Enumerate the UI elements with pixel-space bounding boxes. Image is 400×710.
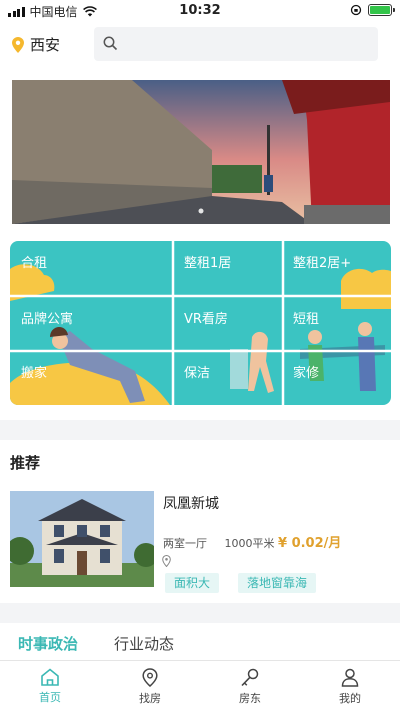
search-icon bbox=[103, 36, 118, 51]
listing-area: 1000平米 bbox=[224, 537, 275, 550]
grid-item-label: 整租1居 bbox=[184, 256, 232, 271]
search-input[interactable] bbox=[94, 27, 378, 61]
recommend-title: 推荐 bbox=[10, 454, 41, 472]
listing-card[interactable]: 凤凰新城 两室一厅 1000平米 ¥ 0.02/月 面积大 落地窗靠海 bbox=[10, 491, 390, 593]
tab-label: 首页 bbox=[39, 691, 61, 704]
tab-find-house[interactable]: 找房 bbox=[100, 661, 200, 710]
grid-item-shared-rent[interactable]: 合租 bbox=[10, 241, 137, 295]
grid-item-label: 短租 bbox=[293, 312, 320, 327]
home-icon bbox=[41, 668, 59, 686]
banner-carousel[interactable] bbox=[12, 80, 390, 224]
person-icon bbox=[341, 668, 359, 687]
banner-image bbox=[12, 80, 390, 224]
grid-item-home-repair[interactable]: 家修 bbox=[284, 351, 391, 405]
grid-item-short-rent[interactable]: 短租 bbox=[284, 297, 391, 351]
grid-item-label: 家修 bbox=[293, 366, 320, 381]
grid-item-label: 整租2居+ bbox=[293, 256, 352, 271]
listing-specs: 两室一厅 1000平米 bbox=[163, 535, 274, 551]
tab-label: 我的 bbox=[339, 692, 361, 705]
grid-item-label: 合租 bbox=[21, 256, 48, 271]
grid-item-label: 品牌公寓 bbox=[21, 312, 74, 327]
grid-item-label: VR看房 bbox=[184, 312, 228, 327]
listing-tag: 面积大 bbox=[165, 573, 220, 593]
header: 西安 bbox=[0, 24, 400, 64]
grid-item-moving[interactable]: 搬家 bbox=[10, 351, 173, 405]
key-icon bbox=[241, 668, 259, 687]
city-label: 西安 bbox=[30, 36, 61, 54]
tab-industry-news[interactable]: 行业动态 bbox=[114, 633, 174, 654]
grid-item-label: 搬家 bbox=[21, 366, 48, 381]
grid-item-brand-apartment[interactable]: 品牌公寓 bbox=[10, 297, 173, 351]
listing-thumbnail bbox=[10, 491, 154, 587]
listing-price: ¥ 0.02/月 bbox=[278, 536, 342, 551]
grid-item-cleaning[interactable]: 保洁 bbox=[174, 351, 284, 405]
grid-item-vr-tour[interactable]: VR看房 bbox=[174, 297, 284, 351]
listing-name: 凤凰新城 bbox=[163, 496, 219, 512]
service-grid: 合租 整租1居 整租2居+ 品牌公寓 VR看房 短租 搬家 保洁 家修 bbox=[10, 241, 391, 405]
section-divider bbox=[0, 603, 400, 623]
battery-icon bbox=[368, 4, 395, 16]
status-time: 10:32 bbox=[179, 3, 221, 18]
listing-tag: 落地窗靠海 bbox=[238, 573, 317, 593]
status-bar: 中国电信 10:32 bbox=[0, 0, 400, 22]
location-pin-icon bbox=[162, 555, 171, 567]
tab-home[interactable]: 首页 bbox=[0, 661, 100, 710]
tab-mine[interactable]: 我的 bbox=[300, 661, 400, 710]
tab-politics[interactable]: 时事政治 bbox=[18, 633, 78, 654]
bottom-tab-bar: 首页 找房 房东 我的 bbox=[0, 660, 400, 710]
grid-item-whole-2br[interactable]: 整租2居+ bbox=[284, 241, 391, 295]
location-icon bbox=[142, 668, 158, 687]
city-selector[interactable]: 西安 bbox=[12, 34, 60, 55]
tab-label: 找房 bbox=[139, 692, 161, 705]
tab-landlord[interactable]: 房东 bbox=[200, 661, 300, 710]
grid-item-whole-1br[interactable]: 整租1居 bbox=[174, 241, 284, 295]
rotation-lock-icon bbox=[350, 4, 362, 16]
news-tabs: 时事政治 行业动态 bbox=[18, 633, 174, 654]
grid-item-label: 保洁 bbox=[184, 366, 211, 381]
listing-layout: 两室一厅 bbox=[163, 537, 207, 550]
location-pin-icon bbox=[12, 36, 24, 53]
tab-label: 房东 bbox=[239, 692, 261, 705]
section-divider bbox=[0, 420, 400, 440]
